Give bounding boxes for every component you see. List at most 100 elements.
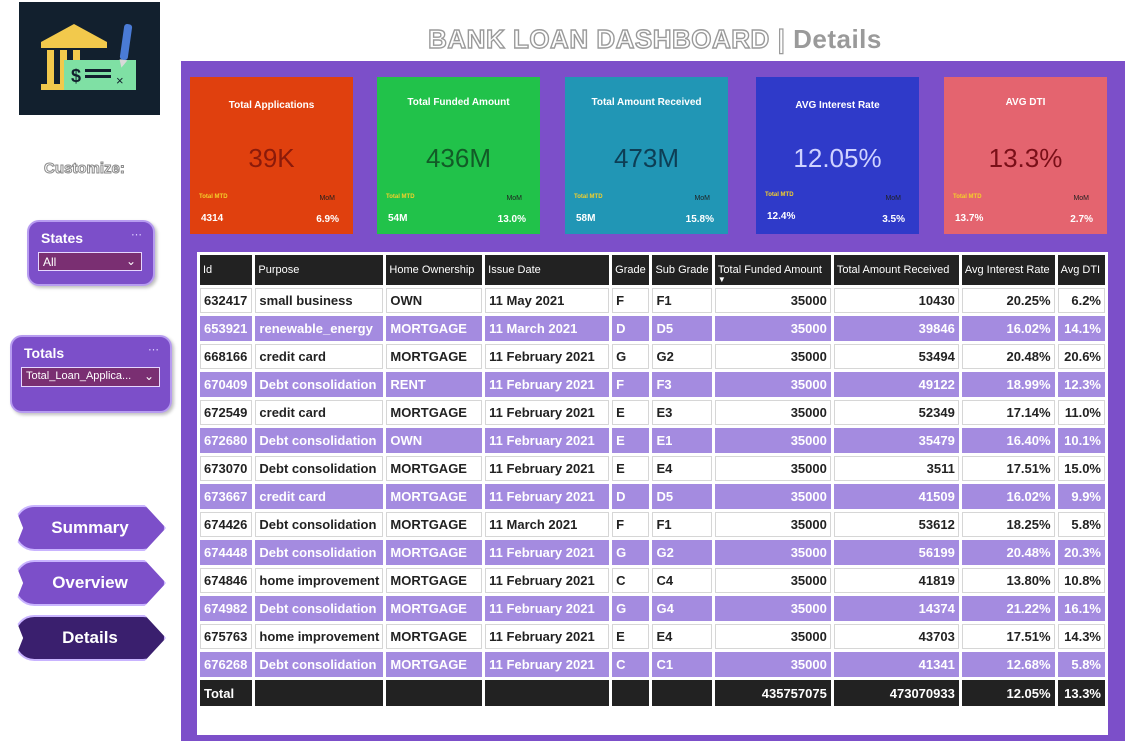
table-row[interactable]: 673070 Debt consolidation MORTGAGE 11 Febru… <box>200 456 1105 481</box>
table-cell: home improvement <box>255 624 384 649</box>
total-cell <box>612 680 650 706</box>
table-cell: D5 <box>652 484 712 509</box>
details-table-container[interactable]: Id Purpose Home Ownership Issue Date Grade Su… <box>197 252 1108 735</box>
table-row[interactable]: 674982 Debt consolidation MORTGAGE 11 Febru… <box>200 596 1105 621</box>
column-header-label: Issue Date <box>488 264 541 276</box>
column-header[interactable]: Purpose <box>255 255 384 285</box>
table-cell: 14.1% <box>1057 316 1105 341</box>
more-options-icon[interactable]: ⋯ <box>131 228 143 241</box>
table-row[interactable]: 674426 Debt consolidation MORTGAGE 11 March… <box>200 512 1105 537</box>
kpi-mtd-value: 4314 <box>201 213 224 224</box>
table-row[interactable]: 674448 Debt consolidation MORTGAGE 11 Febru… <box>200 540 1105 565</box>
nav-details-button[interactable]: Details <box>14 615 166 661</box>
table-cell: 35000 <box>714 456 831 481</box>
kpi-title: AVG Interest Rate <box>795 100 880 111</box>
totals-slicer[interactable]: Totals ⋯ Total_Loan_Applica... ⌄ <box>10 335 172 413</box>
table-cell: 35000 <box>714 596 831 621</box>
total-cell: 435757075 <box>714 680 831 706</box>
table-cell: 18.25% <box>961 512 1055 537</box>
kpi-value: 39K <box>248 143 295 173</box>
column-header[interactable]: Issue Date <box>485 255 610 285</box>
table-cell: credit card <box>255 344 384 369</box>
table-cell: MORTGAGE <box>386 316 483 341</box>
chevron-down-icon: ⌄ <box>143 369 154 383</box>
kpi-mom-value: 15.8% <box>685 214 714 225</box>
column-header-label: Total Funded Amount <box>717 264 822 276</box>
table-cell: Debt consolidation <box>255 652 384 677</box>
table-cell: F <box>612 288 650 313</box>
bank-logo: $ × <box>19 2 160 115</box>
table-cell: Debt consolidation <box>255 372 384 397</box>
table-cell: C <box>612 568 650 593</box>
column-header[interactable]: Avg Interest Rate <box>961 255 1055 285</box>
kpi-value: 12.05% <box>793 143 882 173</box>
table-cell: F <box>612 512 650 537</box>
kpi-mtd-label: Total MTD <box>574 194 603 200</box>
column-header-label: Sub Grade <box>655 264 709 276</box>
nav-summary-button[interactable]: Summary <box>14 505 166 551</box>
nav-overview-button[interactable]: Overview <box>14 560 166 606</box>
total-cell: Total <box>200 680 253 706</box>
table-cell: E <box>612 428 650 453</box>
kpi-mtd-label: Total MTD <box>199 194 228 200</box>
kpi-card-avg-dti: AVG DTI 13.3% Total MTD MoM 13.7% 2.7% <box>944 77 1107 234</box>
total-cell <box>652 680 712 706</box>
table-cell: small business <box>255 288 384 313</box>
table-row[interactable]: 674846 home improvement MORTGAGE 11 Februar… <box>200 568 1105 593</box>
table-header-row: Id Purpose Home Ownership Issue Date Grade Su… <box>200 255 1105 285</box>
column-header[interactable]: Home Ownership <box>386 255 483 285</box>
states-dropdown[interactable]: All ⌄ <box>38 252 142 271</box>
table-row[interactable]: 675763 home improvement MORTGAGE 11 Februar… <box>200 624 1105 649</box>
table-cell: 35000 <box>714 288 831 313</box>
table-row[interactable]: 673667 credit card MORTGAGE 11 February 202… <box>200 484 1105 509</box>
table-row[interactable]: 653921 renewable_energy MORTGAGE 11 March 2… <box>200 316 1105 341</box>
table-cell: 674448 <box>200 540 253 565</box>
table-row[interactable]: 670409 Debt consolidation RENT 11 February … <box>200 372 1105 397</box>
table-cell: MORTGAGE <box>386 456 483 481</box>
table-cell: 35000 <box>714 652 831 677</box>
table-cell: home improvement <box>255 568 384 593</box>
table-cell: 16.02% <box>961 316 1055 341</box>
table-row[interactable]: 672680 Debt consolidation OWN 11 February 2… <box>200 428 1105 453</box>
column-header[interactable]: Avg DTI <box>1057 255 1105 285</box>
states-slicer[interactable]: States ⋯ All ⌄ <box>27 220 155 286</box>
kpi-mom-value: 2.7% <box>1070 214 1093 225</box>
customize-label: Customize: <box>44 160 126 178</box>
table-cell: 674982 <box>200 596 253 621</box>
table-cell: 3511 <box>833 456 959 481</box>
kpi-mom-value: 13.0% <box>497 214 526 225</box>
table-cell: RENT <box>386 372 483 397</box>
table-cell: 41341 <box>833 652 959 677</box>
table-row[interactable]: 668166 credit card MORTGAGE 11 February 202… <box>200 344 1105 369</box>
kpi-mtd-value: 54M <box>388 213 408 224</box>
table-row[interactable]: 676268 Debt consolidation MORTGAGE 11 Febru… <box>200 652 1105 677</box>
table-cell: 16.02% <box>961 484 1055 509</box>
kpi-title: Total Funded Amount <box>407 97 510 108</box>
table-cell: 653921 <box>200 316 253 341</box>
kpi-mom-value: 3.5% <box>882 214 905 225</box>
table-cell: G2 <box>652 344 712 369</box>
table-cell: 20.6% <box>1057 344 1105 369</box>
table-row[interactable]: 672549 credit card MORTGAGE 11 February 202… <box>200 400 1105 425</box>
column-header[interactable]: Total Funded Amount ▼ <box>714 255 831 285</box>
more-options-icon[interactable]: ⋯ <box>148 343 160 356</box>
totals-slicer-label: Totals <box>24 345 65 361</box>
table-cell: 11 February 2021 <box>485 400 610 425</box>
table-cell: G <box>612 344 650 369</box>
column-header[interactable]: Id <box>200 255 253 285</box>
table-cell: 35000 <box>714 400 831 425</box>
totals-dropdown[interactable]: Total_Loan_Applica... ⌄ <box>21 367 160 387</box>
table-cell: 10.8% <box>1057 568 1105 593</box>
column-header[interactable]: Grade <box>612 255 650 285</box>
sort-descending-icon[interactable]: ▼ <box>718 275 726 284</box>
column-header[interactable]: Sub Grade <box>652 255 712 285</box>
table-cell: E1 <box>652 428 712 453</box>
title-main: BANK LOAN DASHBOARD <box>427 23 770 54</box>
table-cell: 18.99% <box>961 372 1055 397</box>
kpi-mtd-value: 12.4% <box>767 211 796 222</box>
column-header[interactable]: Total Amount Received <box>833 255 959 285</box>
table-cell: MORTGAGE <box>386 652 483 677</box>
table-row[interactable]: 632417 small business OWN 11 May 2021 F F1 350… <box>200 288 1105 313</box>
column-header-label: Home Ownership <box>389 264 475 276</box>
bank-icon: $ × <box>41 24 136 90</box>
